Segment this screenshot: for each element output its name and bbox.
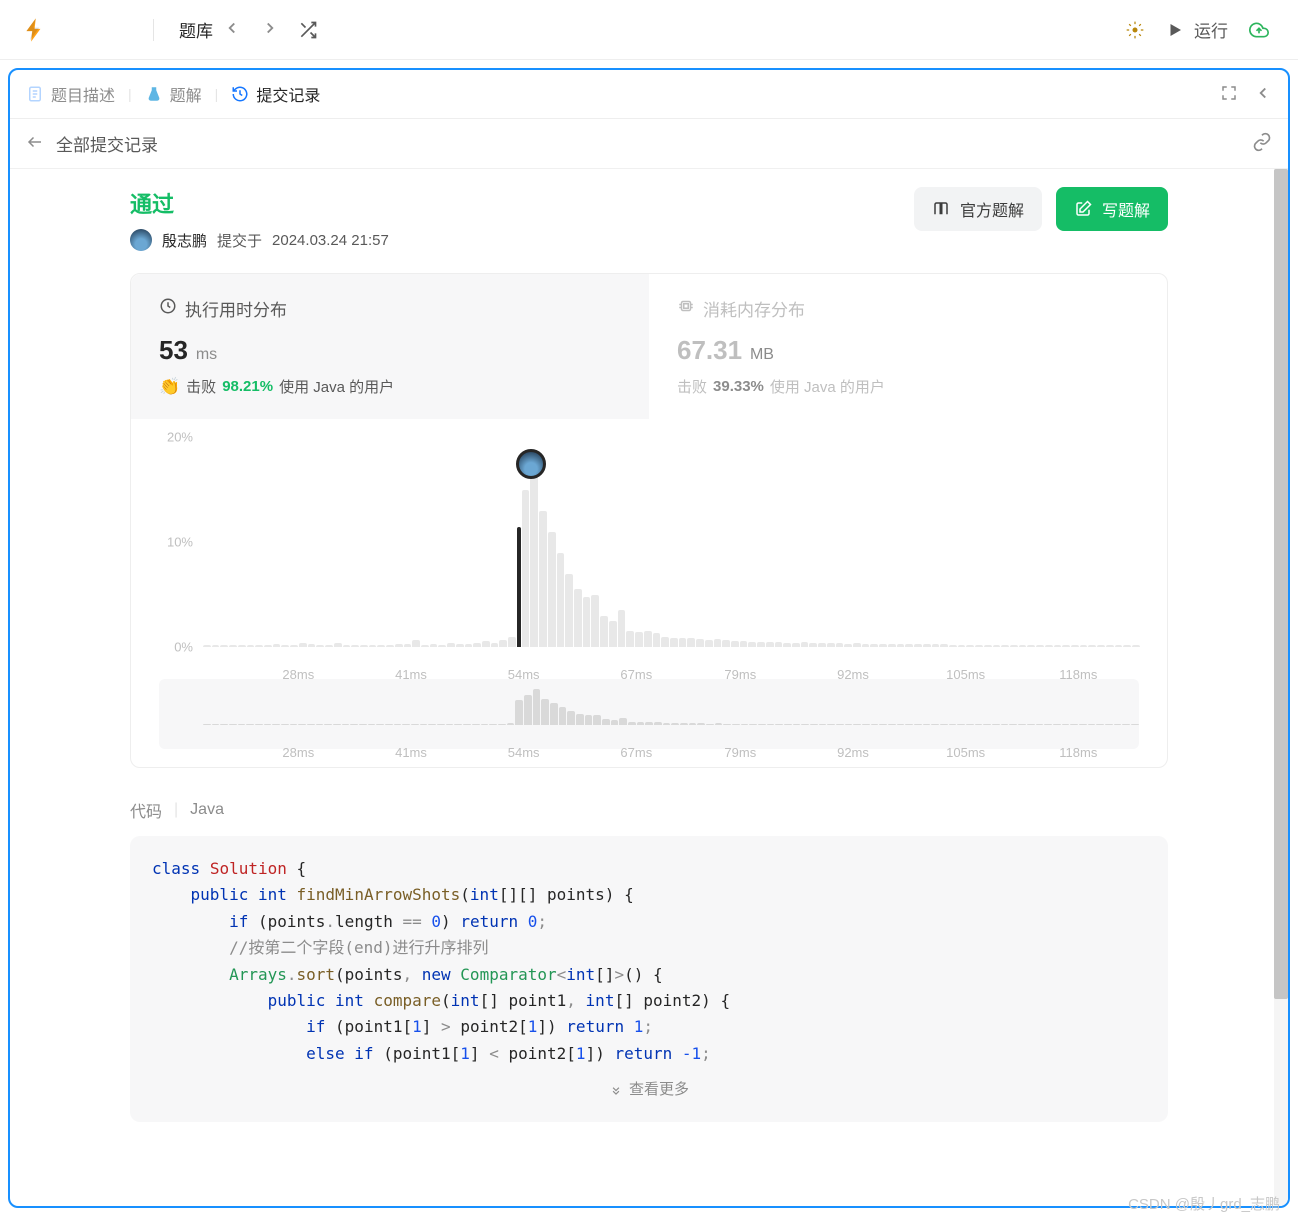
submitted-prefix: 提交于 xyxy=(217,230,262,251)
divider xyxy=(153,19,154,41)
prev-problem-button[interactable] xyxy=(223,19,241,40)
page-icon xyxy=(26,85,44,103)
tab-solutions[interactable]: 题解 xyxy=(145,82,202,106)
memory-beat-label: 击败 xyxy=(677,376,707,397)
tab-divider: | xyxy=(128,86,132,102)
y-tick: 0% xyxy=(174,640,193,655)
memory-beat-suffix: 使用 Java 的用户 xyxy=(770,376,885,397)
status-label: 通过 xyxy=(130,187,389,219)
tab-submissions-label: 提交记录 xyxy=(256,82,320,106)
code-block: class Solution { public int findMinArrow… xyxy=(130,836,1168,1122)
metrics-card: 执行用时分布 53 ms 👏 击败 98.21% 使用 Java 的用户 xyxy=(130,273,1168,768)
tabs-bar: 题目描述 | 题解 | 提交记录 xyxy=(10,70,1288,119)
memory-unit: MB xyxy=(750,346,774,363)
official-solution-label: 官方题解 xyxy=(960,197,1024,221)
memory-value: 67.31 xyxy=(677,335,742,365)
code-label: 代码 xyxy=(130,798,162,822)
runtime-unit: ms xyxy=(196,346,217,363)
back-button[interactable] xyxy=(26,133,44,154)
logo[interactable] xyxy=(20,16,48,44)
chart-minimap[interactable]: 28ms41ms54ms67ms79ms92ms105ms118ms xyxy=(159,679,1139,749)
tab-solutions-label: 题解 xyxy=(170,82,202,106)
history-icon xyxy=(231,85,249,103)
tab-description[interactable]: 题目描述 xyxy=(26,82,115,106)
write-solution-label: 写题解 xyxy=(1102,197,1150,221)
submitted-at: 2024.03.24 21:57 xyxy=(272,232,389,249)
run-button[interactable]: 运行 xyxy=(1166,17,1228,42)
run-label: 运行 xyxy=(1194,17,1228,42)
runtime-value: 53 xyxy=(159,335,188,365)
scrollbar-track[interactable] xyxy=(1274,169,1288,1207)
runtime-beat-pct: 98.21% xyxy=(222,378,273,395)
official-solution-button[interactable]: 官方题解 xyxy=(914,187,1042,231)
show-more-label: 查看更多 xyxy=(629,1077,689,1102)
memory-metric[interactable]: 消耗内存分布 67.31 MB 击败 39.33% 使用 Java 的用户 xyxy=(649,274,1167,419)
chip-icon xyxy=(677,297,695,320)
debug-button[interactable] xyxy=(1124,19,1146,41)
memory-beat-pct: 39.33% xyxy=(713,378,764,395)
runtime-beat-label: 击败 xyxy=(186,376,216,397)
runtime-beat-suffix: 使用 Java 的用户 xyxy=(279,376,394,397)
avatar[interactable] xyxy=(130,229,152,251)
collapse-button[interactable] xyxy=(1254,84,1272,105)
content-scroll: 通过 殷志鹏 提交于 2024.03.24 21:57 官方题解 xyxy=(10,169,1288,1207)
fullscreen-button[interactable] xyxy=(1220,84,1238,105)
user-name[interactable]: 殷志鹏 xyxy=(162,230,207,251)
status-row: 通过 殷志鹏 提交于 2024.03.24 21:57 官方题解 xyxy=(130,187,1168,251)
code-language: Java xyxy=(190,801,224,819)
y-tick: 10% xyxy=(167,535,193,550)
share-link-button[interactable] xyxy=(1252,132,1272,155)
y-tick: 20% xyxy=(167,430,193,445)
subheader-title: 全部提交记录 xyxy=(56,131,158,156)
clap-icon: 👏 xyxy=(159,377,180,397)
top-toolbar: 题库 运行 xyxy=(0,0,1298,60)
flask-icon xyxy=(145,85,163,103)
shuffle-button[interactable] xyxy=(297,19,319,41)
memory-title: 消耗内存分布 xyxy=(703,296,805,321)
user-line: 殷志鹏 提交于 2024.03.24 21:57 xyxy=(130,229,389,251)
runtime-chart[interactable]: 20% 10% 0% 28ms41ms54ms67ms79ms92ms105ms… xyxy=(159,437,1139,667)
problem-set-button[interactable]: 题库 xyxy=(169,17,213,42)
tab-divider: | xyxy=(215,86,219,102)
runtime-metric[interactable]: 执行用时分布 53 ms 👏 击败 98.21% 使用 Java 的用户 xyxy=(131,274,649,419)
code-header: 代码 | Java xyxy=(130,798,1168,822)
chart-area: 20% 10% 0% 28ms41ms54ms67ms79ms92ms105ms… xyxy=(131,419,1167,767)
next-problem-button[interactable] xyxy=(261,19,279,40)
problem-set-label: 题库 xyxy=(179,17,213,42)
runtime-title: 执行用时分布 xyxy=(185,296,287,321)
avatar-marker xyxy=(516,449,546,479)
tab-description-label: 题目描述 xyxy=(51,82,115,106)
write-solution-button[interactable]: 写题解 xyxy=(1056,187,1168,231)
scrollbar-thumb[interactable] xyxy=(1274,169,1288,999)
subheader: 全部提交记录 xyxy=(10,119,1288,169)
tab-submissions[interactable]: 提交记录 xyxy=(231,82,320,106)
main-panel: 题目描述 | 题解 | 提交记录 全部提交记录 xyxy=(8,68,1290,1208)
show-more-button[interactable]: 查看更多 xyxy=(152,1067,1146,1102)
submit-cloud-button[interactable] xyxy=(1248,19,1270,41)
clock-icon xyxy=(159,297,177,320)
